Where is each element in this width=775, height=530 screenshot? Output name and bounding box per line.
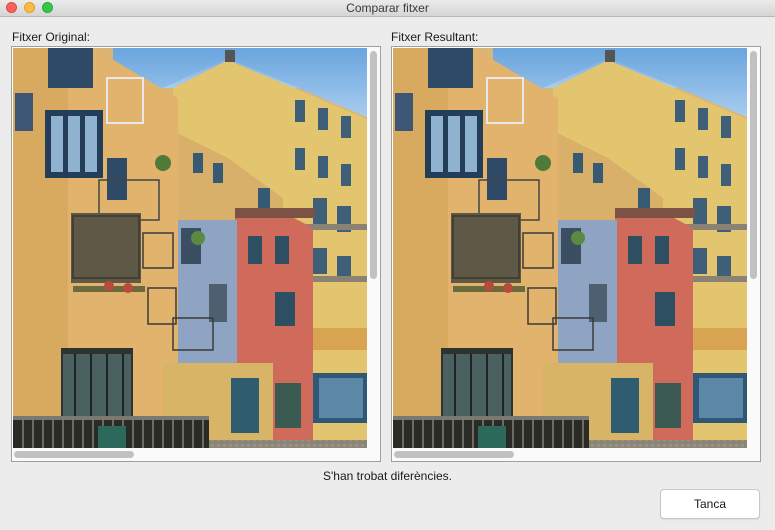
- window-title: Comparar fitxer: [346, 1, 429, 15]
- result-image-viewer[interactable]: [391, 46, 761, 462]
- close-button[interactable]: Tanca: [660, 489, 760, 519]
- result-image: [393, 48, 749, 451]
- original-horizontal-scroll-thumb[interactable]: [14, 451, 134, 458]
- original-image: [13, 48, 369, 451]
- original-image-viewer[interactable]: [11, 46, 381, 462]
- result-vertical-scrollbar[interactable]: [747, 47, 760, 450]
- original-vertical-scroll-thumb[interactable]: [370, 51, 377, 279]
- result-horizontal-scrollbar[interactable]: [392, 448, 748, 461]
- original-file-label: Fitxer Original:: [12, 30, 91, 44]
- scroll-corner: [367, 448, 380, 461]
- original-horizontal-scrollbar[interactable]: [12, 448, 368, 461]
- result-file-label: Fitxer Resultant:: [391, 30, 479, 44]
- title-bar: Comparar fitxer: [0, 0, 775, 17]
- scroll-corner: [747, 448, 760, 461]
- result-horizontal-scroll-thumb[interactable]: [394, 451, 514, 458]
- status-message: S'han trobat diferències.: [322, 469, 453, 483]
- result-vertical-scroll-thumb[interactable]: [750, 51, 757, 279]
- original-vertical-scrollbar[interactable]: [367, 47, 380, 450]
